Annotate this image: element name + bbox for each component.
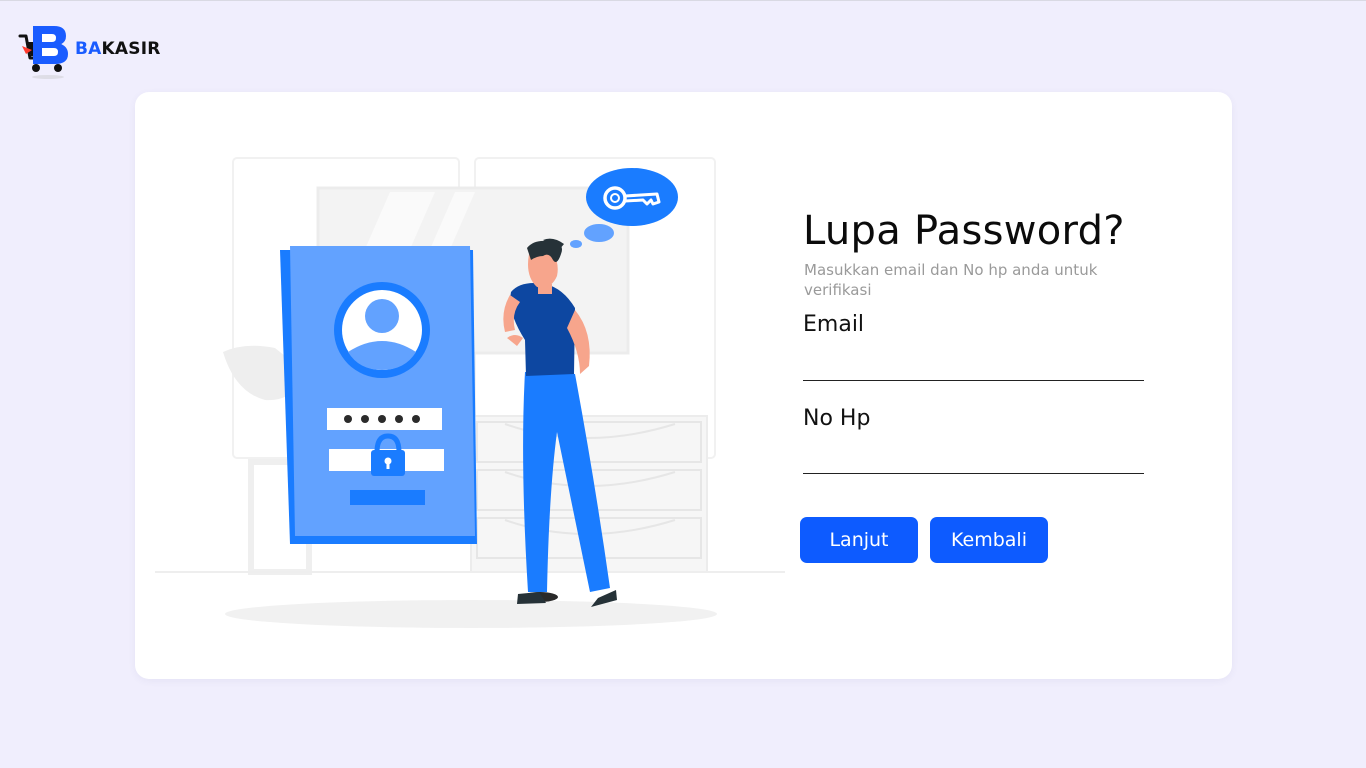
bakasir-logo[interactable]: BAKASIR	[18, 24, 168, 80]
shopping-cart-logo-icon	[18, 26, 68, 79]
email-label: Email	[803, 312, 865, 337]
top-divider	[0, 0, 1366, 1]
email-field[interactable]	[803, 351, 1144, 381]
page-subtitle: Masukkan email dan No hp anda untuk veri…	[804, 261, 1098, 299]
phone-field[interactable]	[803, 444, 1144, 474]
brand-name-ba: BA	[75, 39, 102, 59]
forgot-password-card: Lupa Password? Masukkan email dan No hp …	[135, 92, 1232, 679]
brand-name: BAKASIR	[75, 39, 161, 59]
forgot-password-illustration	[155, 157, 785, 628]
back-button[interactable]: Kembali	[930, 517, 1048, 563]
phone-label: No Hp	[803, 406, 871, 431]
next-button[interactable]: Lanjut	[800, 517, 918, 563]
brand-name-kasir: KASIR	[101, 39, 161, 59]
page-title: Lupa Password?	[803, 208, 1125, 254]
